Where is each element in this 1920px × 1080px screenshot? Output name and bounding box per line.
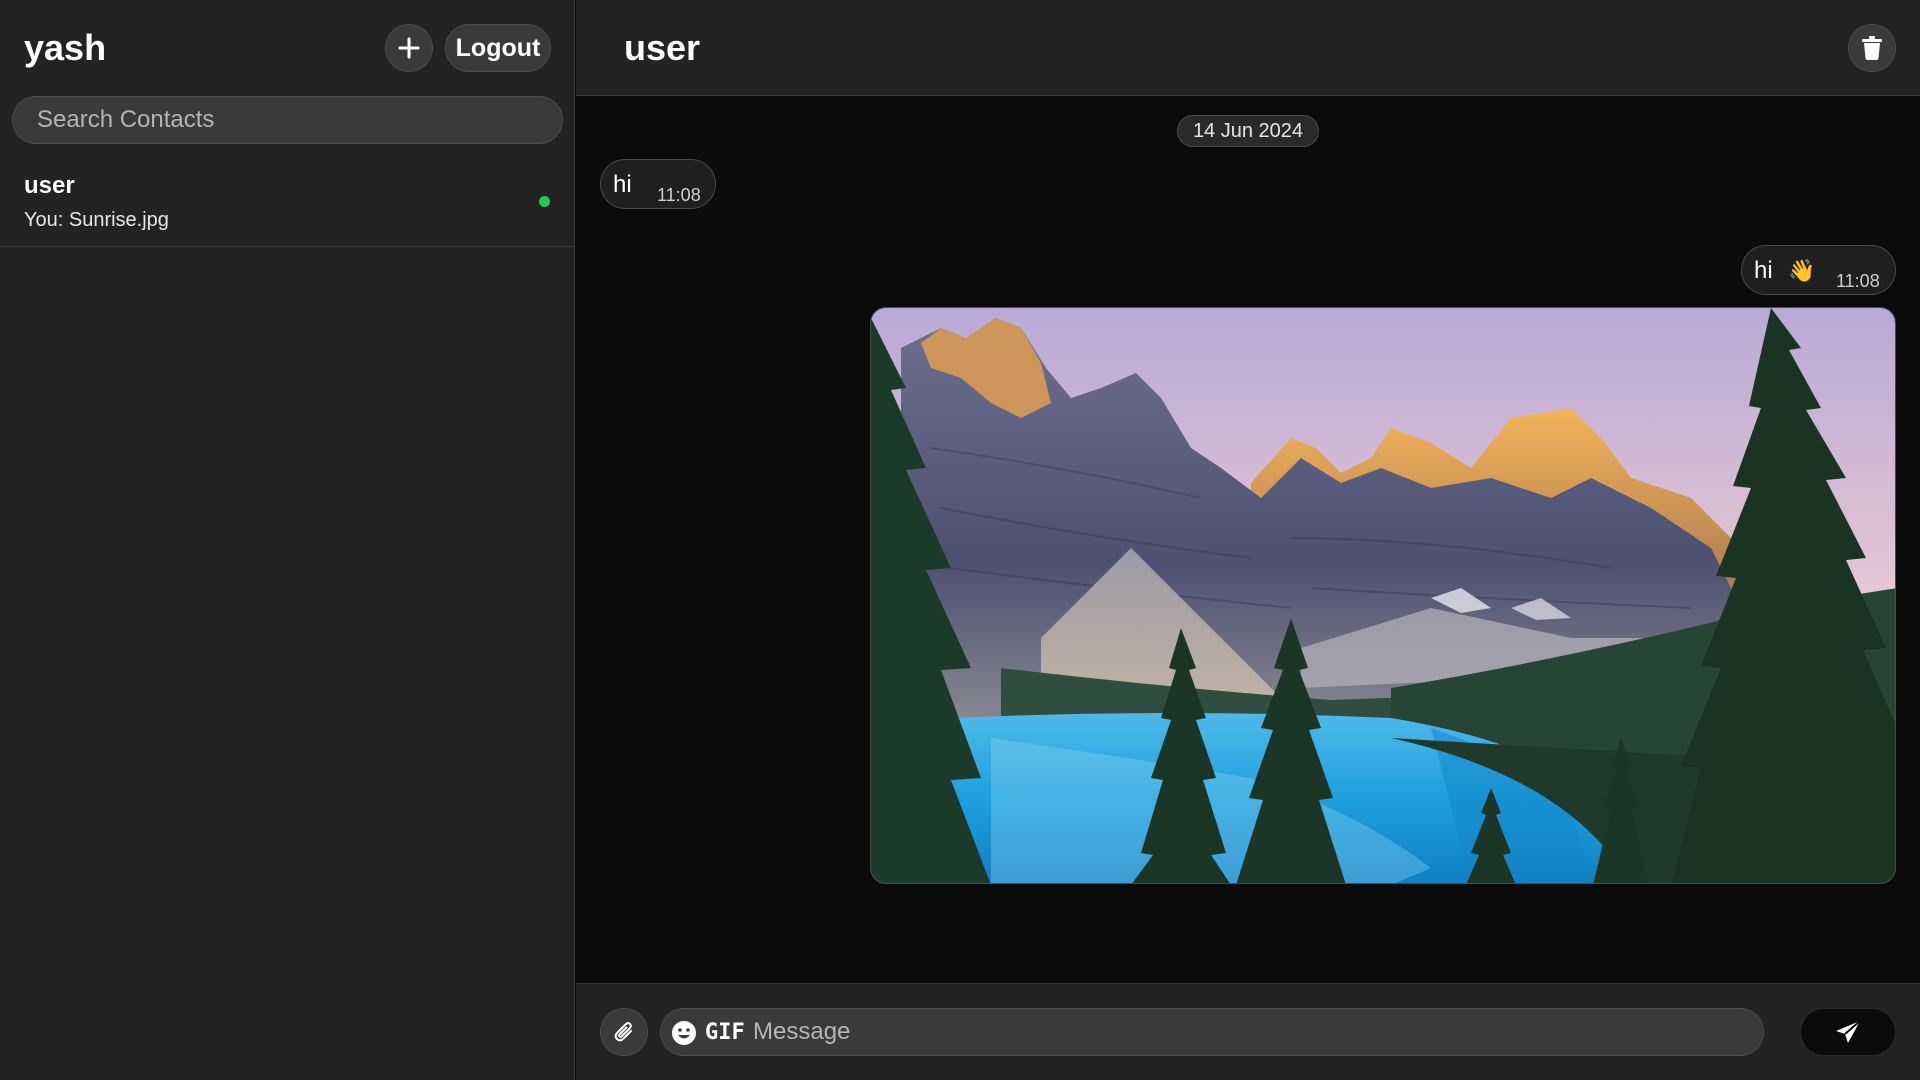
chat-header: user	[576, 0, 1920, 96]
message-composer: GIF	[576, 983, 1920, 1080]
chat-panel: user 14 Jun 2024 hi 11:08 hi 👋 11:08 GIF…	[576, 0, 1920, 1080]
smiley-icon[interactable]	[671, 1020, 697, 1046]
message-bubble-incoming: hi 11:08	[600, 159, 716, 209]
sidebar-header: yash Logout	[0, 0, 575, 96]
message-text: hi	[1754, 257, 1773, 284]
trash-icon	[1862, 36, 1882, 60]
paperclip-icon	[614, 1022, 632, 1042]
add-contact-button[interactable]	[385, 24, 433, 72]
online-status-dot	[539, 196, 550, 207]
contact-item[interactable]: user You: Sunrise.jpg	[0, 160, 574, 247]
logout-button[interactable]: Logout	[445, 24, 551, 72]
mountain-lake-image	[871, 308, 1895, 883]
contact-last-message: You: Sunrise.jpg	[24, 209, 169, 231]
message-time: 11:08	[1836, 271, 1880, 291]
message-input[interactable]	[753, 1009, 1753, 1055]
plus-icon	[398, 37, 420, 59]
send-icon	[1836, 1020, 1861, 1043]
message-bubble-outgoing: hi 👋 11:08	[1741, 245, 1896, 295]
search-contacts-input[interactable]	[12, 96, 563, 144]
attach-button[interactable]	[600, 1008, 648, 1056]
message-text: hi	[613, 171, 632, 198]
chat-title: user	[624, 27, 701, 68]
delete-chat-button[interactable]	[1848, 24, 1896, 72]
contact-name: user	[24, 172, 75, 199]
current-user-name: yash	[24, 27, 107, 68]
image-message[interactable]	[870, 307, 1896, 884]
message-input-box: GIF	[660, 1008, 1764, 1056]
waving-hand-emoji: 👋	[1788, 258, 1816, 283]
message-time: 11:08	[657, 185, 701, 205]
send-button[interactable]	[1800, 1008, 1896, 1056]
sidebar: yash Logout user You: Sunrise.jpg	[0, 0, 575, 1080]
date-divider: 14 Jun 2024	[1177, 115, 1319, 147]
gif-button[interactable]: GIF	[705, 1019, 745, 1047]
